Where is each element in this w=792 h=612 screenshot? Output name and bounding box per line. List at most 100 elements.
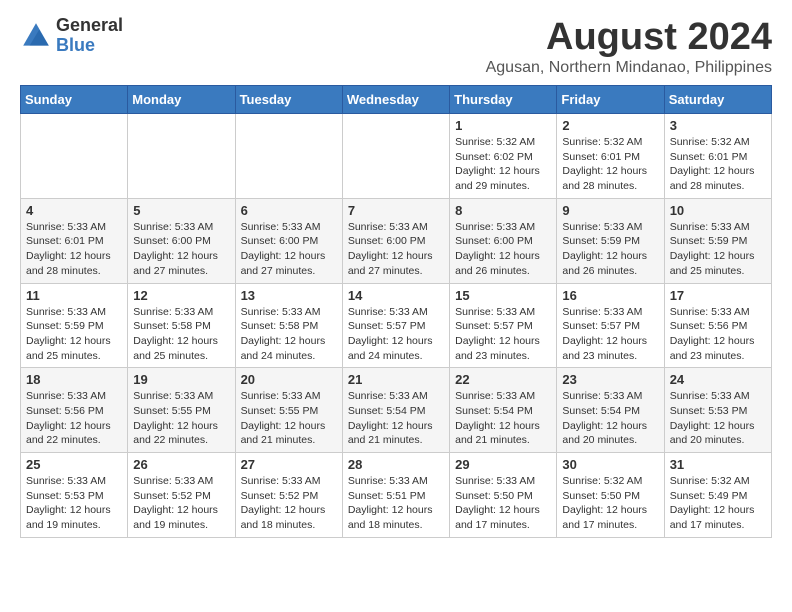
sunset: Sunset: 5:53 PM bbox=[26, 490, 104, 502]
day-info: Sunrise: 5:33 AM Sunset: 5:55 PM Dayligh… bbox=[133, 389, 229, 448]
col-thursday: Thursday bbox=[450, 86, 557, 114]
day-number: 16 bbox=[562, 288, 658, 303]
day-info: Sunrise: 5:33 AM Sunset: 6:00 PM Dayligh… bbox=[133, 220, 229, 279]
day-number: 13 bbox=[241, 288, 337, 303]
sunrise: Sunrise: 5:33 AM bbox=[133, 306, 213, 318]
sunrise: Sunrise: 5:33 AM bbox=[348, 390, 428, 402]
day-info: Sunrise: 5:33 AM Sunset: 5:53 PM Dayligh… bbox=[670, 389, 766, 448]
day-info: Sunrise: 5:33 AM Sunset: 5:58 PM Dayligh… bbox=[133, 305, 229, 364]
sunset: Sunset: 6:01 PM bbox=[562, 151, 640, 163]
calendar-table: Sunday Monday Tuesday Wednesday Thursday… bbox=[20, 85, 772, 538]
day-info: Sunrise: 5:33 AM Sunset: 5:59 PM Dayligh… bbox=[670, 220, 766, 279]
calendar-cell bbox=[21, 114, 128, 199]
daylight: Daylight: 12 hours and 20 minutes. bbox=[562, 420, 647, 447]
sunset: Sunset: 6:01 PM bbox=[670, 151, 748, 163]
daylight: Daylight: 12 hours and 24 minutes. bbox=[241, 335, 326, 362]
calendar-cell: 30 Sunrise: 5:32 AM Sunset: 5:50 PM Dayl… bbox=[557, 453, 664, 538]
daylight: Daylight: 12 hours and 18 minutes. bbox=[348, 504, 433, 531]
day-number: 27 bbox=[241, 457, 337, 472]
sunset: Sunset: 5:58 PM bbox=[241, 320, 319, 332]
calendar-title: August 2024 bbox=[486, 16, 772, 59]
sunrise: Sunrise: 5:33 AM bbox=[670, 390, 750, 402]
day-info: Sunrise: 5:33 AM Sunset: 5:57 PM Dayligh… bbox=[562, 305, 658, 364]
sunset: Sunset: 5:57 PM bbox=[348, 320, 426, 332]
calendar-cell: 22 Sunrise: 5:33 AM Sunset: 5:54 PM Dayl… bbox=[450, 368, 557, 453]
day-number: 30 bbox=[562, 457, 658, 472]
day-number: 3 bbox=[670, 118, 766, 133]
sunrise: Sunrise: 5:33 AM bbox=[670, 221, 750, 233]
sunrise: Sunrise: 5:33 AM bbox=[241, 306, 321, 318]
day-info: Sunrise: 5:33 AM Sunset: 5:59 PM Dayligh… bbox=[26, 305, 122, 364]
day-info: Sunrise: 5:33 AM Sunset: 5:56 PM Dayligh… bbox=[26, 389, 122, 448]
sunset: Sunset: 5:53 PM bbox=[670, 405, 748, 417]
calendar-cell: 2 Sunrise: 5:32 AM Sunset: 6:01 PM Dayli… bbox=[557, 114, 664, 199]
day-info: Sunrise: 5:33 AM Sunset: 5:54 PM Dayligh… bbox=[562, 389, 658, 448]
calendar-cell bbox=[235, 114, 342, 199]
sunset: Sunset: 5:59 PM bbox=[670, 235, 748, 247]
daylight: Daylight: 12 hours and 22 minutes. bbox=[26, 420, 111, 447]
calendar-cell: 31 Sunrise: 5:32 AM Sunset: 5:49 PM Dayl… bbox=[664, 453, 771, 538]
logo: General Blue bbox=[20, 16, 123, 56]
sunrise: Sunrise: 5:32 AM bbox=[562, 475, 642, 487]
daylight: Daylight: 12 hours and 25 minutes. bbox=[670, 250, 755, 277]
day-info: Sunrise: 5:32 AM Sunset: 6:02 PM Dayligh… bbox=[455, 135, 551, 194]
day-number: 8 bbox=[455, 203, 551, 218]
daylight: Daylight: 12 hours and 17 minutes. bbox=[670, 504, 755, 531]
calendar-cell: 26 Sunrise: 5:33 AM Sunset: 5:52 PM Dayl… bbox=[128, 453, 235, 538]
daylight: Daylight: 12 hours and 27 minutes. bbox=[241, 250, 326, 277]
sunset: Sunset: 5:56 PM bbox=[670, 320, 748, 332]
day-number: 25 bbox=[26, 457, 122, 472]
day-number: 1 bbox=[455, 118, 551, 133]
calendar-cell: 11 Sunrise: 5:33 AM Sunset: 5:59 PM Dayl… bbox=[21, 283, 128, 368]
day-number: 7 bbox=[348, 203, 444, 218]
sunset: Sunset: 5:50 PM bbox=[562, 490, 640, 502]
day-number: 2 bbox=[562, 118, 658, 133]
logo-blue: Blue bbox=[56, 36, 123, 56]
sunset: Sunset: 5:54 PM bbox=[348, 405, 426, 417]
day-info: Sunrise: 5:33 AM Sunset: 6:01 PM Dayligh… bbox=[26, 220, 122, 279]
daylight: Daylight: 12 hours and 26 minutes. bbox=[562, 250, 647, 277]
calendar-cell: 5 Sunrise: 5:33 AM Sunset: 6:00 PM Dayli… bbox=[128, 198, 235, 283]
day-number: 20 bbox=[241, 372, 337, 387]
calendar-week-row: 11 Sunrise: 5:33 AM Sunset: 5:59 PM Dayl… bbox=[21, 283, 772, 368]
calendar-cell: 19 Sunrise: 5:33 AM Sunset: 5:55 PM Dayl… bbox=[128, 368, 235, 453]
sunrise: Sunrise: 5:33 AM bbox=[241, 221, 321, 233]
day-number: 29 bbox=[455, 457, 551, 472]
day-number: 22 bbox=[455, 372, 551, 387]
sunset: Sunset: 6:02 PM bbox=[455, 151, 533, 163]
day-number: 18 bbox=[26, 372, 122, 387]
daylight: Daylight: 12 hours and 21 minutes. bbox=[455, 420, 540, 447]
day-info: Sunrise: 5:33 AM Sunset: 5:53 PM Dayligh… bbox=[26, 474, 122, 533]
daylight: Daylight: 12 hours and 28 minutes. bbox=[26, 250, 111, 277]
day-info: Sunrise: 5:33 AM Sunset: 5:54 PM Dayligh… bbox=[455, 389, 551, 448]
sunset: Sunset: 5:55 PM bbox=[133, 405, 211, 417]
col-saturday: Saturday bbox=[664, 86, 771, 114]
calendar-cell: 14 Sunrise: 5:33 AM Sunset: 5:57 PM Dayl… bbox=[342, 283, 449, 368]
daylight: Daylight: 12 hours and 23 minutes. bbox=[455, 335, 540, 362]
calendar-cell: 9 Sunrise: 5:33 AM Sunset: 5:59 PM Dayli… bbox=[557, 198, 664, 283]
sunrise: Sunrise: 5:33 AM bbox=[26, 221, 106, 233]
calendar-cell: 28 Sunrise: 5:33 AM Sunset: 5:51 PM Dayl… bbox=[342, 453, 449, 538]
day-info: Sunrise: 5:33 AM Sunset: 6:00 PM Dayligh… bbox=[348, 220, 444, 279]
day-number: 19 bbox=[133, 372, 229, 387]
title-section: August 2024 Agusan, Northern Mindanao, P… bbox=[486, 16, 772, 77]
day-number: 17 bbox=[670, 288, 766, 303]
daylight: Daylight: 12 hours and 20 minutes. bbox=[670, 420, 755, 447]
calendar-cell: 6 Sunrise: 5:33 AM Sunset: 6:00 PM Dayli… bbox=[235, 198, 342, 283]
calendar-cell: 18 Sunrise: 5:33 AM Sunset: 5:56 PM Dayl… bbox=[21, 368, 128, 453]
sunset: Sunset: 6:00 PM bbox=[133, 235, 211, 247]
sunrise: Sunrise: 5:33 AM bbox=[26, 390, 106, 402]
sunset: Sunset: 5:59 PM bbox=[562, 235, 640, 247]
sunset: Sunset: 5:54 PM bbox=[455, 405, 533, 417]
calendar-cell: 27 Sunrise: 5:33 AM Sunset: 5:52 PM Dayl… bbox=[235, 453, 342, 538]
calendar-cell: 8 Sunrise: 5:33 AM Sunset: 6:00 PM Dayli… bbox=[450, 198, 557, 283]
sunrise: Sunrise: 5:33 AM bbox=[133, 221, 213, 233]
sunrise: Sunrise: 5:32 AM bbox=[562, 136, 642, 148]
sunrise: Sunrise: 5:33 AM bbox=[455, 221, 535, 233]
daylight: Daylight: 12 hours and 24 minutes. bbox=[348, 335, 433, 362]
daylight: Daylight: 12 hours and 17 minutes. bbox=[562, 504, 647, 531]
sunset: Sunset: 5:57 PM bbox=[455, 320, 533, 332]
col-wednesday: Wednesday bbox=[342, 86, 449, 114]
day-info: Sunrise: 5:32 AM Sunset: 6:01 PM Dayligh… bbox=[562, 135, 658, 194]
calendar-cell: 3 Sunrise: 5:32 AM Sunset: 6:01 PM Dayli… bbox=[664, 114, 771, 199]
